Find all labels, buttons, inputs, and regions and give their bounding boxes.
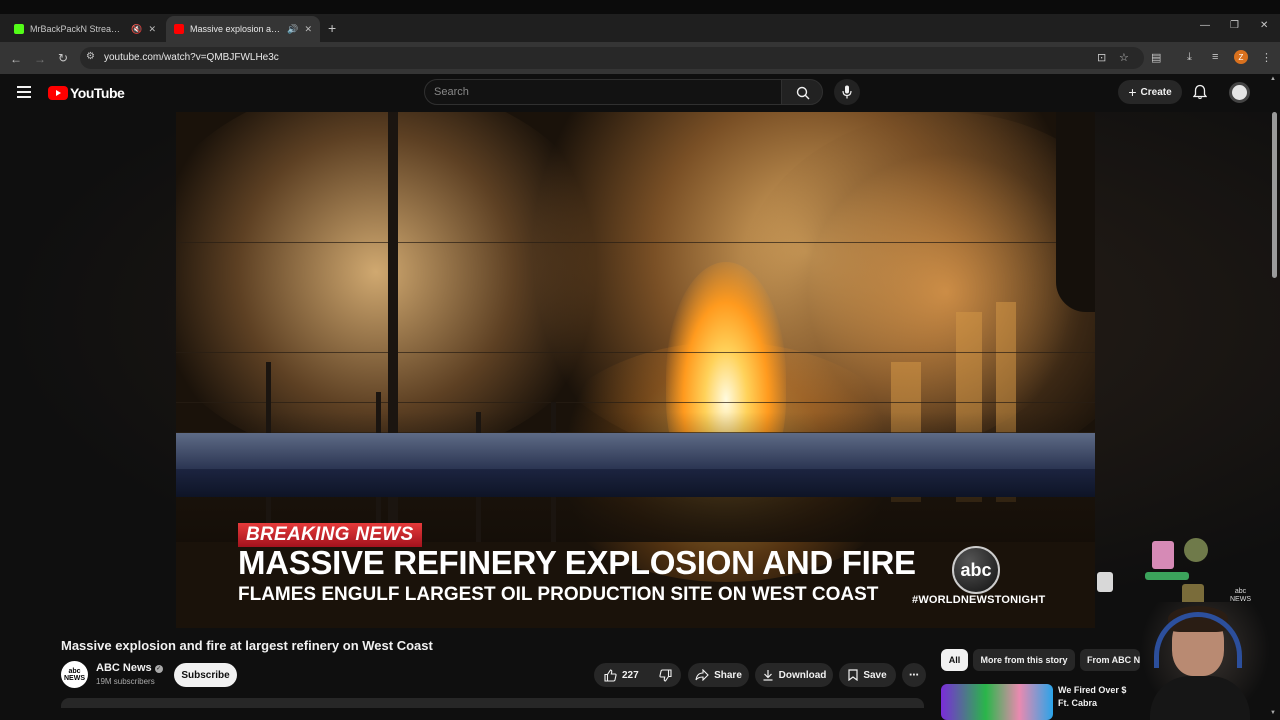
like-dislike-group: 227 [594, 663, 681, 687]
media-control-icon[interactable]: ≡ [1212, 51, 1218, 63]
rec-title-line: We Fired Over $ [1058, 685, 1127, 695]
avatar-text: abc [68, 667, 81, 675]
mini-logo-line: abc [1234, 588, 1247, 595]
create-label: Create [1140, 86, 1172, 98]
subscribe-button[interactable]: Subscribe [174, 663, 237, 687]
stream-sticker [1152, 541, 1174, 569]
headline-bar [176, 433, 1095, 469]
tab-close-icon[interactable]: ✕ [304, 24, 312, 35]
channel-name-text: ABC News [96, 662, 152, 674]
tab-title: Massive explosion and fire at largest re… [190, 24, 282, 34]
page-scrollbar-thumb[interactable] [1272, 112, 1277, 278]
new-tab-button[interactable]: + [328, 20, 336, 36]
recommended-video-title[interactable]: We Fired Over $ Ft. Cabra [1058, 684, 1138, 710]
browser-tab-kick-stream[interactable]: MrBackPackN Stream - Watch 🔇 ✕ [6, 16, 164, 42]
search-input[interactable] [434, 84, 764, 100]
hamburger-menu-icon[interactable] [17, 86, 31, 98]
chip-all[interactable]: All [941, 649, 968, 671]
power-line [176, 352, 1095, 353]
stream-sticker [1145, 572, 1189, 580]
save-label: Save [863, 669, 887, 681]
youtube-logo[interactable]: YouTube [48, 85, 125, 101]
news-hashtag: #WORLDNEWSTONIGHT [912, 594, 1046, 606]
like-button[interactable]: 227 [594, 663, 649, 687]
stream-sticker [1097, 572, 1113, 592]
create-button[interactable]: + Create [1118, 80, 1182, 104]
speaker-icon[interactable]: 🔊 [287, 24, 298, 35]
kick-favicon-icon [14, 24, 24, 34]
back-arrow-icon[interactable]: ← [10, 52, 22, 66]
stream-sticker [1184, 538, 1208, 562]
share-label: Share [714, 669, 742, 681]
tab-close-icon[interactable]: ✕ [148, 24, 156, 35]
channel-name[interactable]: ABC News ✓ [96, 662, 163, 674]
channel-avatar[interactable]: abc NEWS [61, 661, 88, 688]
more-horizontal-icon: ⋯ [909, 669, 919, 681]
fence-wire [176, 402, 1095, 403]
minimize-icon[interactable]: — [1200, 20, 1210, 31]
download-label: Download [778, 669, 827, 681]
news-subhead: FLAMES ENGULF LARGEST OIL PRODUCTION SIT… [238, 584, 879, 605]
window-top-edge [0, 0, 1280, 14]
account-avatar[interactable] [1229, 82, 1250, 103]
bookmark-star-icon[interactable]: ☆ [1119, 51, 1129, 64]
more-actions-button[interactable]: ⋯ [902, 663, 926, 687]
rec-title-line: Ft. Cabra [1058, 698, 1098, 708]
like-count: 227 [622, 669, 639, 681]
microphone-icon [842, 85, 852, 99]
tab-title: MrBackPackN Stream - Watch [30, 24, 125, 34]
search-icon [796, 86, 810, 100]
scroll-up-arrow-icon[interactable]: ▲ [1270, 76, 1276, 82]
youtube-favicon-icon [174, 24, 184, 34]
power-line [176, 242, 1095, 243]
site-info-icon[interactable]: ⚙ [86, 51, 95, 62]
share-button[interactable]: Share [688, 663, 749, 687]
notifications-bell-icon[interactable] [1193, 84, 1207, 100]
scroll-down-arrow-icon[interactable]: ▼ [1270, 710, 1276, 716]
save-button[interactable]: Save [839, 663, 896, 687]
downloads-icon[interactable]: ⤓ [1187, 51, 1192, 64]
side-panel-icon[interactable]: ▤ [1151, 51, 1161, 64]
search-button[interactable] [781, 79, 823, 105]
reload-icon[interactable]: ↻ [58, 51, 68, 65]
download-icon [763, 670, 773, 681]
restore-icon[interactable]: ❐ [1230, 20, 1239, 31]
tree-silhouette [1056, 112, 1095, 312]
chip-more-from-this-story[interactable]: More from this story [973, 649, 1075, 671]
forward-arrow-icon[interactable]: → [34, 52, 46, 66]
bookmark-icon [848, 669, 858, 681]
verified-check-icon: ✓ [154, 665, 163, 673]
url-text[interactable]: youtube.com/watch?v=QMBJFWLHe3c [104, 52, 279, 63]
subscriber-count: 19M subscribers [96, 677, 155, 686]
abc-network-logo: abc [952, 546, 1000, 594]
dislike-button[interactable] [649, 663, 682, 687]
window-close-icon[interactable]: ✕ [1260, 20, 1268, 31]
screen: MrBackPackN Stream - Watch 🔇 ✕ Massive e… [0, 0, 1280, 720]
chip-from-abc-news[interactable]: From ABC News [1080, 649, 1140, 671]
download-button[interactable]: Download [755, 663, 833, 687]
share-arrow-icon [695, 669, 709, 681]
voice-search-button[interactable] [834, 79, 860, 105]
browser-tab-youtube[interactable]: Massive explosion and fire at largest re… [166, 16, 320, 42]
plus-icon: + [1128, 84, 1137, 100]
avatar-text: NEWS [64, 674, 85, 682]
recommended-video-thumbnail[interactable] [941, 684, 1053, 720]
youtube-play-icon [48, 86, 68, 100]
news-headline: MASSIVE REFINERY EXPLOSION AND FIRE [238, 544, 916, 581]
subhead-bar [176, 469, 1095, 497]
install-app-icon[interactable]: ⊡ [1097, 51, 1106, 64]
profile-avatar[interactable]: Z [1234, 50, 1248, 64]
youtube-logo-text: YouTube [70, 85, 125, 101]
thumbs-up-icon [604, 668, 617, 682]
muted-speaker-icon[interactable]: 🔇 [131, 24, 142, 35]
browser-menu-icon[interactable]: ⋮ [1261, 51, 1272, 64]
description-box[interactable] [61, 698, 924, 708]
video-title: Massive explosion and fire at largest re… [61, 638, 433, 653]
thumbs-down-icon [659, 668, 672, 682]
